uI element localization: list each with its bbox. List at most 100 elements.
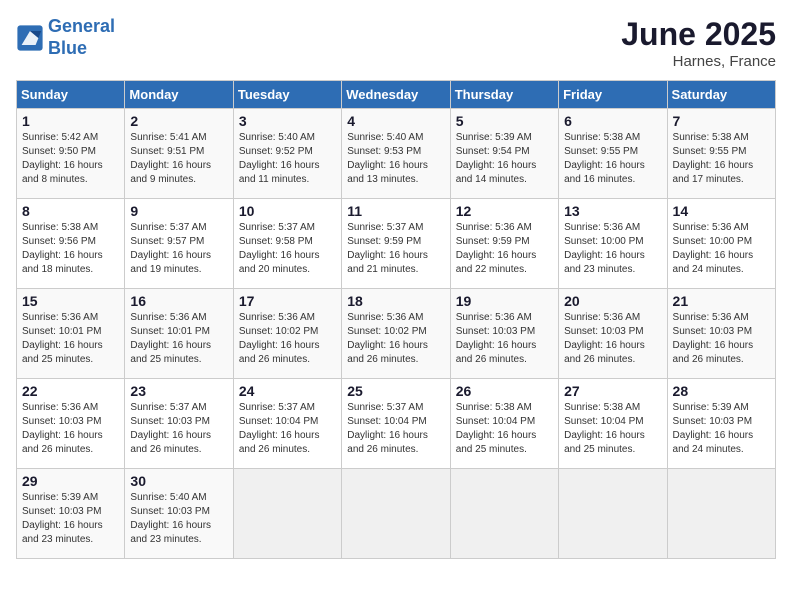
table-row: 29 Sunrise: 5:39 AM Sunset: 10:03 PM Dayl… xyxy=(17,469,125,559)
day-number: 29 xyxy=(22,473,119,489)
day-number: 20 xyxy=(564,293,661,309)
day-number: 4 xyxy=(347,113,444,129)
day-info: Sunrise: 5:37 AM Sunset: 10:04 PM Daylig… xyxy=(347,401,444,457)
logo: General Blue xyxy=(16,16,115,59)
day-number: 15 xyxy=(22,293,119,309)
month-title: June 2025 xyxy=(621,16,776,53)
table-row: 10 Sunrise: 5:37 AM Sunset: 9:58 PM Dayli… xyxy=(233,199,341,289)
table-row: 5Sunrise: 5:39 AM Sunset: 9:54 PM Daylig… xyxy=(450,109,558,199)
day-number: 8 xyxy=(22,203,119,219)
col-wednesday: Wednesday xyxy=(342,81,450,109)
table-row xyxy=(342,469,450,559)
day-number: 22 xyxy=(22,383,119,399)
table-row: 21 Sunrise: 5:36 AM Sunset: 10:03 PM Dayl… xyxy=(667,289,775,379)
calendar-week-3: 15 Sunrise: 5:36 AM Sunset: 10:01 PM Dayl… xyxy=(17,289,776,379)
day-number: 10 xyxy=(239,203,336,219)
location-title: Harnes, France xyxy=(621,53,776,70)
day-number: 19 xyxy=(456,293,553,309)
day-info: Sunrise: 5:41 AM Sunset: 9:51 PM Dayligh… xyxy=(130,131,227,187)
day-info: Sunrise: 5:36 AM Sunset: 10:03 PM Daylig… xyxy=(564,311,661,367)
day-info: Sunrise: 5:36 AM Sunset: 10:03 PM Daylig… xyxy=(456,311,553,367)
day-number: 26 xyxy=(456,383,553,399)
day-number: 11 xyxy=(347,203,444,219)
day-info: Sunrise: 5:38 AM Sunset: 10:04 PM Daylig… xyxy=(456,401,553,457)
day-info: Sunrise: 5:38 AM Sunset: 9:55 PM Dayligh… xyxy=(564,131,661,187)
table-row: 12 Sunrise: 5:36 AM Sunset: 9:59 PM Dayli… xyxy=(450,199,558,289)
table-row xyxy=(559,469,667,559)
day-info: Sunrise: 5:37 AM Sunset: 9:59 PM Dayligh… xyxy=(347,221,444,277)
table-row: 26 Sunrise: 5:38 AM Sunset: 10:04 PM Dayl… xyxy=(450,379,558,469)
table-row: 4 Sunrise: 5:40 AM Sunset: 9:53 PM Daylig… xyxy=(342,109,450,199)
logo-icon xyxy=(16,24,44,52)
day-number: 28 xyxy=(673,383,770,399)
day-number: 25 xyxy=(347,383,444,399)
logo-line2: Blue xyxy=(48,38,87,58)
day-info: Sunrise: 5:36 AM Sunset: 10:01 PM Daylig… xyxy=(22,311,119,367)
col-monday: Monday xyxy=(125,81,233,109)
col-friday: Friday xyxy=(559,81,667,109)
day-info: Sunrise: 5:36 AM Sunset: 10:01 PM Daylig… xyxy=(130,311,227,367)
col-sunday: Sunday xyxy=(17,81,125,109)
logo-line1: General xyxy=(48,16,115,36)
day-number: 24 xyxy=(239,383,336,399)
day-info: Sunrise: 5:36 AM Sunset: 10:00 PM Daylig… xyxy=(564,221,661,277)
calendar-week-2: 8 Sunrise: 5:38 AM Sunset: 9:56 PM Daylig… xyxy=(17,199,776,289)
day-info: Sunrise: 5:38 AM Sunset: 10:04 PM Daylig… xyxy=(564,401,661,457)
day-number: 14 xyxy=(673,203,770,219)
day-info: Sunrise: 5:36 AM Sunset: 10:02 PM Daylig… xyxy=(239,311,336,367)
day-info: Sunrise: 5:40 AM Sunset: 9:53 PM Dayligh… xyxy=(347,131,444,187)
day-number: 12 xyxy=(456,203,553,219)
table-row: 19 Sunrise: 5:36 AM Sunset: 10:03 PM Dayl… xyxy=(450,289,558,379)
day-number: 18 xyxy=(347,293,444,309)
col-tuesday: Tuesday xyxy=(233,81,341,109)
table-row: 9 Sunrise: 5:37 AM Sunset: 9:57 PM Daylig… xyxy=(125,199,233,289)
calendar-week-5: 29 Sunrise: 5:39 AM Sunset: 10:03 PM Dayl… xyxy=(17,469,776,559)
table-row: 11 Sunrise: 5:37 AM Sunset: 9:59 PM Dayli… xyxy=(342,199,450,289)
day-info: Sunrise: 5:39 AM Sunset: 10:03 PM Daylig… xyxy=(673,401,770,457)
day-info: Sunrise: 5:37 AM Sunset: 9:57 PM Dayligh… xyxy=(130,221,227,277)
day-info: Sunrise: 5:37 AM Sunset: 9:58 PM Dayligh… xyxy=(239,221,336,277)
day-number: 6 xyxy=(564,113,661,129)
day-info: Sunrise: 5:42 AM Sunset: 9:50 PM Dayligh… xyxy=(22,131,119,187)
table-row: 2 Sunrise: 5:41 AM Sunset: 9:51 PM Daylig… xyxy=(125,109,233,199)
table-row xyxy=(233,469,341,559)
day-number: 23 xyxy=(130,383,227,399)
header: General Blue June 2025 Harnes, France xyxy=(16,16,776,70)
day-number: 21 xyxy=(673,293,770,309)
table-row xyxy=(667,469,775,559)
calendar-table: Sunday Monday Tuesday Wednesday Thursday… xyxy=(16,80,776,559)
day-info: Sunrise: 5:36 AM Sunset: 10:00 PM Daylig… xyxy=(673,221,770,277)
table-row: 13 Sunrise: 5:36 AM Sunset: 10:00 PM Dayl… xyxy=(559,199,667,289)
day-info: Sunrise: 5:36 AM Sunset: 10:03 PM Daylig… xyxy=(673,311,770,367)
day-info: Sunrise: 5:36 AM Sunset: 9:59 PM Dayligh… xyxy=(456,221,553,277)
day-number: 13 xyxy=(564,203,661,219)
table-row: 6 Sunrise: 5:38 AM Sunset: 9:55 PM Daylig… xyxy=(559,109,667,199)
day-info: Sunrise: 5:39 AM Sunset: 10:03 PM Daylig… xyxy=(22,491,119,547)
table-row: 25 Sunrise: 5:37 AM Sunset: 10:04 PM Dayl… xyxy=(342,379,450,469)
calendar-week-4: 22Sunrise: 5:36 AM Sunset: 10:03 PM Dayl… xyxy=(17,379,776,469)
day-number: 9 xyxy=(130,203,227,219)
table-row: 1 Sunrise: 5:42 AM Sunset: 9:50 PM Daylig… xyxy=(17,109,125,199)
day-info: Sunrise: 5:40 AM Sunset: 9:52 PM Dayligh… xyxy=(239,131,336,187)
day-number: 2 xyxy=(130,113,227,129)
day-info: Sunrise: 5:38 AM Sunset: 9:56 PM Dayligh… xyxy=(22,221,119,277)
table-row: 17Sunrise: 5:36 AM Sunset: 10:02 PM Dayl… xyxy=(233,289,341,379)
table-row: 24Sunrise: 5:37 AM Sunset: 10:04 PM Dayl… xyxy=(233,379,341,469)
day-number: 30 xyxy=(130,473,227,489)
header-row: Sunday Monday Tuesday Wednesday Thursday… xyxy=(17,81,776,109)
col-saturday: Saturday xyxy=(667,81,775,109)
calendar-week-1: 1 Sunrise: 5:42 AM Sunset: 9:50 PM Daylig… xyxy=(17,109,776,199)
table-row: 27Sunrise: 5:38 AM Sunset: 10:04 PM Dayl… xyxy=(559,379,667,469)
table-row: 15 Sunrise: 5:36 AM Sunset: 10:01 PM Dayl… xyxy=(17,289,125,379)
day-number: 16 xyxy=(130,293,227,309)
day-info: Sunrise: 5:39 AM Sunset: 9:54 PM Dayligh… xyxy=(456,131,553,187)
day-number: 7 xyxy=(673,113,770,129)
day-number: 1 xyxy=(22,113,119,129)
table-row: 14 Sunrise: 5:36 AM Sunset: 10:00 PM Dayl… xyxy=(667,199,775,289)
table-row: 28 Sunrise: 5:39 AM Sunset: 10:03 PM Dayl… xyxy=(667,379,775,469)
table-row: 3Sunrise: 5:40 AM Sunset: 9:52 PM Daylig… xyxy=(233,109,341,199)
table-row: 18Sunrise: 5:36 AM Sunset: 10:02 PM Dayl… xyxy=(342,289,450,379)
table-row: 23Sunrise: 5:37 AM Sunset: 10:03 PM Dayl… xyxy=(125,379,233,469)
table-row xyxy=(450,469,558,559)
table-row: 22Sunrise: 5:36 AM Sunset: 10:03 PM Dayl… xyxy=(17,379,125,469)
